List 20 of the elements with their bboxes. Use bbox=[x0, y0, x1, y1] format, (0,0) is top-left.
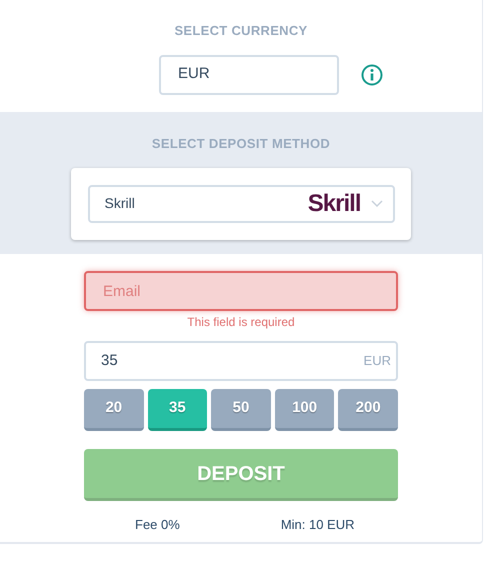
error-message: This field is required bbox=[186, 315, 296, 329]
amount-field[interactable]: 35 EUR bbox=[84, 341, 398, 381]
amount-value: 35 bbox=[101, 350, 119, 371]
email-field[interactable]: Email bbox=[84, 271, 398, 311]
amount-preset-button[interactable]: 200 bbox=[338, 389, 398, 431]
method-select[interactable]: Skrill Skrill bbox=[88, 184, 394, 222]
min-amount-text: Min: 10 EUR bbox=[280, 516, 355, 534]
amount-preset-button[interactable]: 35 bbox=[148, 389, 208, 431]
selected-method: Skrill bbox=[104, 194, 136, 213]
fee-text: Fee 0% bbox=[135, 516, 180, 534]
amount-preset-button[interactable]: 50 bbox=[211, 389, 271, 431]
info-icon[interactable] bbox=[361, 64, 383, 86]
section-title: SELECT CURRENCY bbox=[174, 22, 308, 40]
amount-preset-button[interactable]: 20 bbox=[84, 389, 144, 431]
chevron-down-icon bbox=[370, 200, 382, 208]
currency-field[interactable]: EUR bbox=[159, 54, 339, 94]
method-logo: Skrill bbox=[308, 192, 360, 216]
amount-preset-button[interactable]: 100 bbox=[274, 389, 334, 431]
section-title: SELECT DEPOSIT METHOD bbox=[152, 135, 330, 153]
currency-unit: EUR bbox=[364, 352, 391, 370]
